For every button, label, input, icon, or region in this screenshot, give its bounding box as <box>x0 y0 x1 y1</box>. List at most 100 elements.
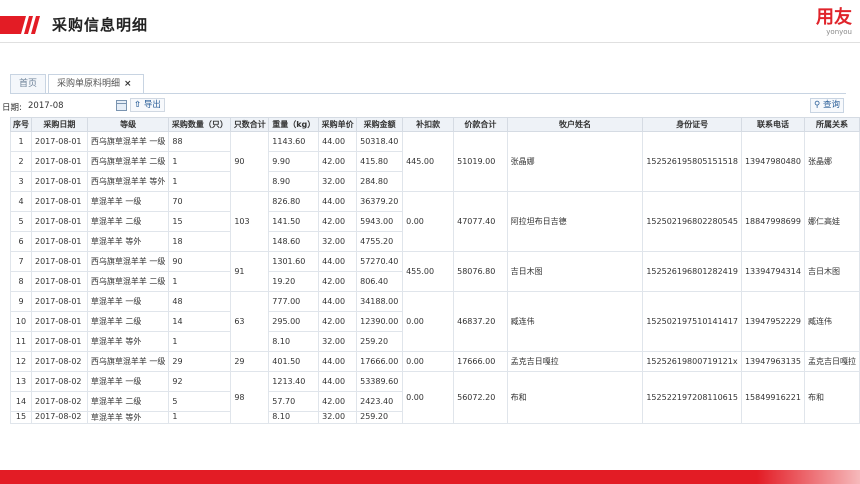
head-total-cell: 91 <box>230 251 270 292</box>
column-header[interactable]: 采购日期 <box>31 117 88 132</box>
close-icon[interactable]: × <box>124 79 132 89</box>
quantity-cell: 5 <box>168 391 232 412</box>
column-header[interactable]: 采购金额 <box>356 117 404 132</box>
table-row[interactable]: 7 2017-08-01 西乌旗草混羊羊 一级 90 91 1301.60 44.00 572… <box>10 251 860 292</box>
unit-price-cell: 44.00 <box>318 251 358 272</box>
tab-purchase-detail[interactable]: 采购单原料明细 × <box>48 74 144 94</box>
purchase-date-cell: 2017-08-01 <box>31 331 88 352</box>
purchase-date-cell: 2017-08-01 <box>31 131 88 152</box>
column-header[interactable]: 牧户姓名 <box>506 117 644 132</box>
id-number-cell: 152502197510141417 <box>642 291 742 352</box>
relation-cell: 臧连伟 <box>803 291 860 352</box>
phone-cell: 13947963135 <box>740 351 805 372</box>
purchase-date-cell: 2017-08-01 <box>31 211 88 232</box>
amount-cell: 5943.00 <box>356 211 404 232</box>
tab-home-label: 首页 <box>19 79 38 89</box>
table-row[interactable]: 12 2017-08-02 西乌旗草混羊羊 一级 29 29 401.50 44.00 176… <box>10 351 860 372</box>
brand-logo: 用友 yonyou <box>816 8 852 37</box>
grade-cell: 西乌旗草混羊羊 一级 <box>86 351 170 372</box>
column-header[interactable]: 所属关系 <box>803 117 860 132</box>
deduction-cell: 0.00 <box>402 371 455 424</box>
purchase-date-cell: 2017-08-01 <box>31 251 88 272</box>
weight-cell: 1213.40 <box>268 371 320 392</box>
amount-cell: 50318.40 <box>356 131 404 152</box>
row-number-cell: 3 <box>10 171 32 192</box>
head-total-cell: 98 <box>230 371 270 424</box>
grade-cell: 草混羊羊 二级 <box>86 391 170 412</box>
amount-cell: 12390.00 <box>356 311 404 332</box>
weight-cell: 8.90 <box>268 171 320 192</box>
column-header[interactable]: 采购数量（只） <box>168 117 232 132</box>
deduction-cell: 455.00 <box>402 251 455 292</box>
unit-price-cell: 32.00 <box>318 411 358 424</box>
grade-cell: 西乌旗草混羊羊 一级 <box>86 131 170 152</box>
column-header[interactable]: 联系电话 <box>740 117 805 132</box>
phone-cell: 15849916221 <box>740 371 805 424</box>
query-button[interactable]: ⚲ 查询 <box>810 98 844 113</box>
purchase-date-cell: 2017-08-01 <box>31 271 88 292</box>
weight-cell: 401.50 <box>268 351 320 372</box>
unit-price-cell: 42.00 <box>318 211 358 232</box>
tab-divider <box>10 93 846 94</box>
amount-cell: 284.80 <box>356 171 404 192</box>
amount-cell: 53389.60 <box>356 371 404 392</box>
weight-cell: 826.80 <box>268 191 320 212</box>
date-label: 日期: <box>2 103 22 113</box>
purchase-date-cell: 2017-08-02 <box>31 351 88 372</box>
weight-cell: 148.60 <box>268 231 320 252</box>
row-number-cell: 12 <box>10 351 32 372</box>
id-number-cell: 15252619800719121x <box>642 351 742 372</box>
table-row[interactable]: 1 2017-08-01 西乌旗草混羊羊 一级 88 90 1143.60 44.00 503… <box>10 131 860 192</box>
phone-cell: 13947980480 <box>740 131 805 192</box>
table-row[interactable]: 13 2017-08-02 草混羊羊 一级 92 98 1213.40 44.00 53389… <box>10 371 860 424</box>
quantity-cell: 48 <box>168 291 232 312</box>
purchase-date-cell: 2017-08-01 <box>31 151 88 172</box>
table-row[interactable]: 9 2017-08-01 草混羊羊 一级 48 63 777.00 44.00 34188.0… <box>10 291 860 352</box>
amount-cell: 57270.40 <box>356 251 404 272</box>
column-header[interactable]: 补扣款 <box>402 117 455 132</box>
column-header[interactable]: 序号 <box>10 117 32 132</box>
id-number-cell: 152526196801282419 <box>642 251 742 292</box>
tab-purchase-detail-label: 采购单原料明细 <box>57 79 121 89</box>
deduction-cell: 0.00 <box>402 291 455 352</box>
unit-price-cell: 42.00 <box>318 391 358 412</box>
grade-cell: 草混羊羊 二级 <box>86 311 170 332</box>
tab-home[interactable]: 首页 <box>10 74 46 94</box>
unit-price-cell: 42.00 <box>318 271 358 292</box>
herder-name-cell: 张晶娜 <box>506 131 644 192</box>
column-header[interactable]: 采购单价 <box>318 117 358 132</box>
row-number-cell: 14 <box>10 391 32 412</box>
logo-subtext: yonyou <box>826 28 852 36</box>
grade-cell: 草混羊羊 一级 <box>86 371 170 392</box>
column-header[interactable]: 等级 <box>86 117 170 132</box>
relation-cell: 布和 <box>803 371 860 424</box>
amount-cell: 34188.00 <box>356 291 404 312</box>
phone-cell: 13947952229 <box>740 291 805 352</box>
price-total-cell: 46837.20 <box>453 291 508 352</box>
app-header: 采购信息明细 用友 yonyou <box>0 0 860 48</box>
unit-price-cell: 44.00 <box>318 371 358 392</box>
quantity-cell: 14 <box>168 311 232 332</box>
filter-toolbar: 日期: 2017-08 ⇧ 导出 ⚲ 查询 <box>0 98 860 116</box>
row-number-cell: 13 <box>10 371 32 392</box>
query-button-label: 查询 <box>822 100 840 110</box>
date-input[interactable]: 2017-08 <box>28 101 64 111</box>
column-header[interactable]: 身份证号 <box>642 117 742 132</box>
calendar-icon[interactable] <box>116 100 127 111</box>
brand-stripes-icon <box>0 16 40 34</box>
price-total-cell: 58076.80 <box>453 251 508 292</box>
purchase-date-cell: 2017-08-01 <box>31 171 88 192</box>
unit-price-cell: 44.00 <box>318 351 358 372</box>
column-header[interactable]: 重量（kg） <box>268 117 320 132</box>
weight-cell: 8.10 <box>268 331 320 352</box>
column-header[interactable]: 价款合计 <box>453 117 508 132</box>
weight-cell: 57.70 <box>268 391 320 412</box>
table-row[interactable]: 4 2017-08-01 草混羊羊 一级 70 103 826.80 44.00 36379.… <box>10 191 860 252</box>
quantity-cell: 1 <box>168 271 232 292</box>
phone-cell: 18847998699 <box>740 191 805 252</box>
row-number-cell: 15 <box>10 411 32 424</box>
export-button[interactable]: ⇧ 导出 <box>130 98 165 112</box>
column-header[interactable]: 只数合计 <box>230 117 270 132</box>
weight-cell: 777.00 <box>268 291 320 312</box>
grade-cell: 草混羊羊 二级 <box>86 211 170 232</box>
